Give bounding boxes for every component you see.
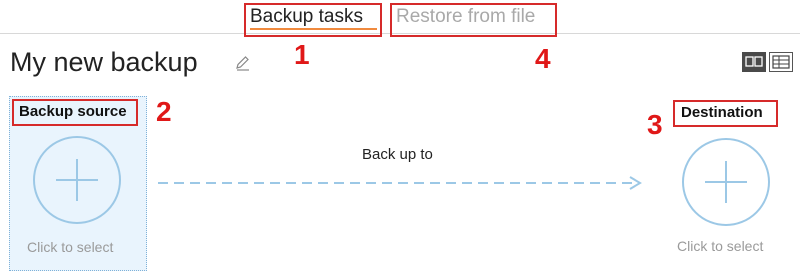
- pencil-icon[interactable]: [234, 54, 252, 72]
- list-view-icon: [772, 55, 790, 69]
- view-toggle: [742, 52, 794, 72]
- backup-source-label: Backup source: [19, 103, 127, 120]
- tiles-view-button[interactable]: [742, 52, 766, 72]
- annotation-number-4: 4: [535, 43, 551, 74]
- tiles-view-icon: [745, 56, 763, 67]
- back-up-to-label: Back up to: [362, 146, 433, 163]
- destination-label: Destination: [681, 104, 763, 121]
- list-view-button[interactable]: [769, 52, 793, 72]
- annotation-number-1: 1: [294, 39, 310, 70]
- dashed-arrow-icon: [158, 176, 642, 190]
- plus-circle-icon[interactable]: [32, 135, 122, 225]
- page-title: My new backup: [10, 47, 198, 77]
- destination-click-to-select[interactable]: Click to select: [677, 238, 763, 254]
- annotation-number-3: 3: [647, 109, 663, 140]
- plus-circle-icon[interactable]: [681, 137, 771, 227]
- annotation-number-2: 2: [156, 96, 172, 127]
- annotation-box-restore-from-file: [390, 3, 557, 37]
- annotation-box-backup-tasks: [244, 3, 382, 37]
- source-click-to-select[interactable]: Click to select: [27, 239, 113, 255]
